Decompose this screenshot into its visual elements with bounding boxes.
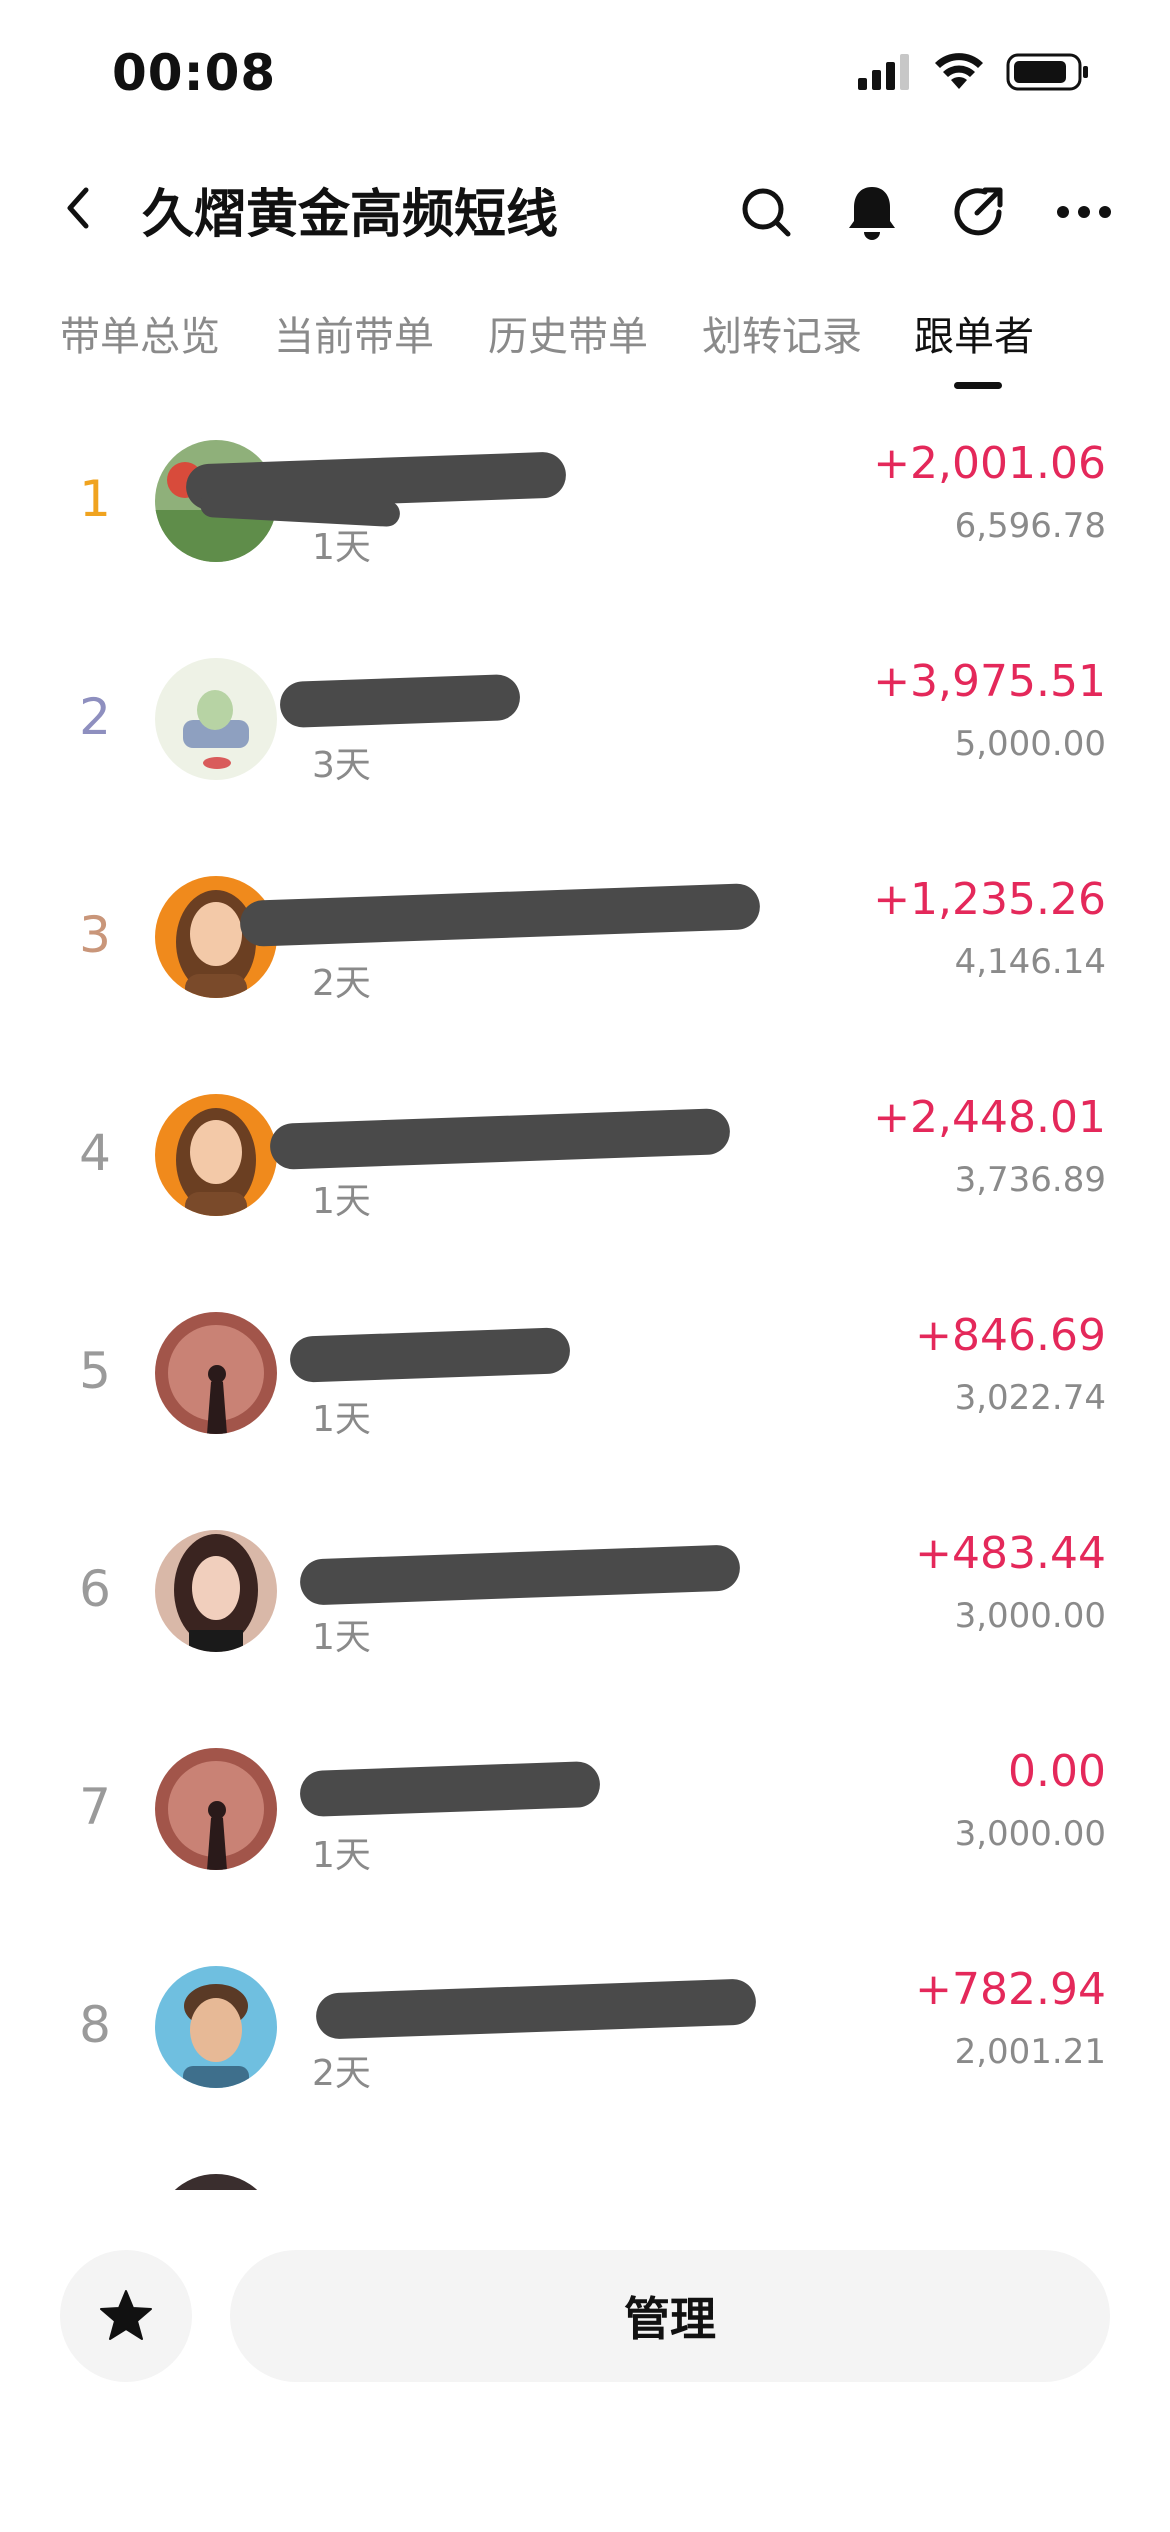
tab-current[interactable]: 当前带单 xyxy=(274,304,434,362)
list-item[interactable]: 3 2天 +1,235.26 4,146.14 xyxy=(0,846,1170,1064)
back-button[interactable] xyxy=(48,178,108,238)
battery-icon xyxy=(1006,53,1088,91)
header: 久熠黄金高频短线 xyxy=(0,160,1170,270)
more-icon xyxy=(1057,206,1111,218)
profit-value: +1,235.26 xyxy=(873,874,1106,925)
app-screen: 00:08 久熠黄金高频短线 带单总览 当前带单 历史带单 划转记录 跟单者 1… xyxy=(0,0,1170,2532)
page-title: 久熠黄金高频短线 xyxy=(142,185,559,245)
tab-history[interactable]: 历史带单 xyxy=(488,304,648,362)
more-button[interactable] xyxy=(1052,180,1116,244)
follow-amount: 5,000.00 xyxy=(954,724,1106,764)
search-button[interactable] xyxy=(734,180,798,244)
follow-amount: 2,001.21 xyxy=(954,2032,1106,2072)
avatar xyxy=(155,1312,277,1434)
follow-amount: 6,596.78 xyxy=(954,506,1106,546)
rank-number: 4 xyxy=(79,1124,111,1182)
share-button[interactable] xyxy=(946,180,1010,244)
redaction-mark xyxy=(279,673,521,729)
profit-value: +2,001.06 xyxy=(873,438,1106,489)
avatar xyxy=(155,1530,277,1652)
rank-number: 7 xyxy=(79,1778,111,1836)
follow-amount: 3,022.74 xyxy=(954,1378,1106,1418)
list-item[interactable]: 4 1天 +2,448.01 3,736.89 xyxy=(0,1064,1170,1282)
follow-duration: 1天 xyxy=(312,1181,371,1222)
list-item[interactable]: 6 1天 +483.44 3,000.00 xyxy=(0,1500,1170,1718)
follow-amount: 3,736.89 xyxy=(954,1160,1106,1200)
follow-duration: 3天 xyxy=(312,745,371,786)
avatar xyxy=(155,2174,277,2190)
rank-number: 8 xyxy=(79,1996,111,2054)
list-item[interactable]: 1 1天 +2,001.06 6,596.78 xyxy=(0,410,1170,628)
follow-amount: 3,000.00 xyxy=(954,1596,1106,1636)
profit-value: +2,448.01 xyxy=(873,1092,1106,1143)
list-item[interactable]: 2 3天 +3,975.51 5,000.00 xyxy=(0,628,1170,846)
tab-transfers[interactable]: 划转记录 xyxy=(702,304,862,362)
follow-duration: 2天 xyxy=(312,2053,371,2094)
avatar xyxy=(155,1094,277,1216)
notification-button[interactable] xyxy=(840,180,904,244)
share-icon xyxy=(954,187,1003,236)
tab-followers[interactable]: 跟单者 xyxy=(914,304,1034,362)
rank-number: 2 xyxy=(79,688,111,746)
avatar xyxy=(155,658,277,780)
profit-value: 0.00 xyxy=(1008,1746,1106,1797)
profit-value: +782.94 xyxy=(915,1964,1106,2015)
status-icons xyxy=(856,52,1090,92)
follow-duration: 1天 xyxy=(312,1835,371,1876)
tab-active-indicator xyxy=(954,382,1002,389)
star-icon xyxy=(100,2290,152,2340)
follow-duration: 1天 xyxy=(312,527,371,568)
status-time: 00:08 xyxy=(112,44,277,102)
wifi-icon xyxy=(935,53,983,89)
avatar xyxy=(155,1966,277,2088)
follow-amount: 3,000.00 xyxy=(954,1814,1106,1854)
profit-value: +846.69 xyxy=(915,1310,1106,1361)
chevron-left-icon xyxy=(67,187,89,229)
redaction-mark xyxy=(239,882,761,948)
status-bar: 00:08 xyxy=(0,0,1170,150)
follow-duration: 1天 xyxy=(312,1617,371,1658)
rank-number: 6 xyxy=(79,1560,111,1618)
redaction-mark xyxy=(269,1107,731,1171)
favorite-button[interactable] xyxy=(60,2250,192,2382)
list-item-partial[interactable] xyxy=(0,2154,1170,2190)
follow-amount: 4,146.14 xyxy=(954,942,1106,982)
bottom-action-bar: 管理 xyxy=(0,2190,1170,2532)
redaction-mark xyxy=(315,1978,757,2040)
follow-duration: 2天 xyxy=(312,963,371,1004)
profit-value: +3,975.51 xyxy=(873,656,1106,707)
bell-icon xyxy=(849,187,895,240)
list-item[interactable]: 5 1天 +846.69 3,022.74 xyxy=(0,1282,1170,1500)
avatar xyxy=(155,1748,277,1870)
redaction-mark xyxy=(299,1760,601,1818)
list-item[interactable]: 8 2天 +782.94 2,001.21 xyxy=(0,1936,1170,2154)
rank-number: 1 xyxy=(79,470,111,528)
rank-number: 3 xyxy=(79,906,111,964)
profit-value: +483.44 xyxy=(915,1528,1106,1579)
manage-button[interactable]: 管理 xyxy=(230,2250,1110,2382)
signal-icon xyxy=(858,54,909,90)
tab-overview[interactable]: 带单总览 xyxy=(60,304,220,362)
follower-list[interactable]: 1 1天 +2,001.06 6,596.78 2 3天 +3,975.51 5… xyxy=(0,410,1170,2190)
list-item[interactable]: 7 1天 0.00 3,000.00 xyxy=(0,1718,1170,1936)
rank-number: 5 xyxy=(79,1342,111,1400)
redaction-mark xyxy=(299,1544,741,1606)
redaction-mark xyxy=(289,1327,571,1383)
tab-bar: 带单总览 当前带单 历史带单 划转记录 跟单者 xyxy=(0,290,1170,400)
follow-duration: 1天 xyxy=(312,1399,371,1440)
search-icon xyxy=(742,188,791,237)
